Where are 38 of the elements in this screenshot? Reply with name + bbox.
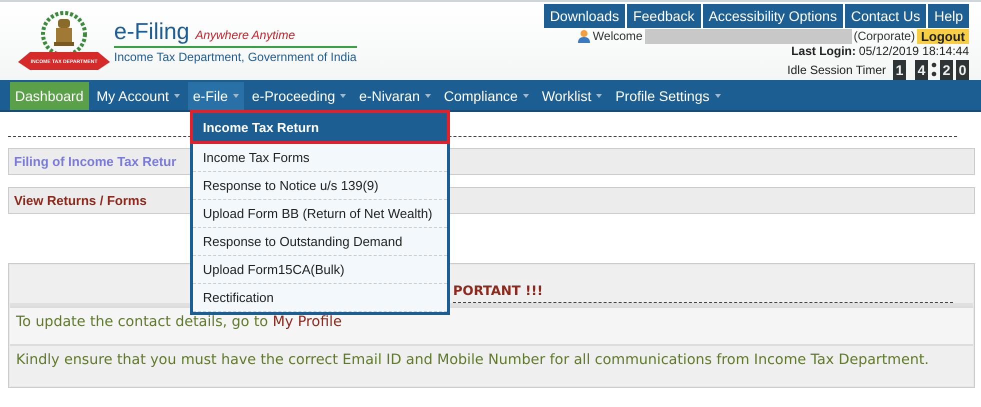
timer-digit: 1 — [893, 60, 906, 80]
top-link[interactable]: Help — [928, 4, 969, 28]
timer-digit: 0 — [956, 60, 969, 80]
notice-text: To update the contact details, go to My Profile — [16, 314, 342, 330]
menu-item[interactable]: Income Tax Forms — [192, 144, 447, 172]
menu-item[interactable]: Income Tax Return — [190, 110, 450, 144]
site-subtitle: Income Tax Department, Government of India — [114, 50, 357, 64]
nav-tab[interactable]: Compliance — [438, 82, 534, 110]
menu-item[interactable]: Response to Outstanding Demand — [192, 228, 447, 256]
top-link[interactable]: Feedback — [627, 4, 701, 28]
nav-tab[interactable]: Profile Settings — [610, 82, 726, 110]
notice-heading: PORTANT !!! — [453, 284, 953, 303]
site-title: e-Filing — [114, 18, 190, 45]
top-link[interactable]: Accessibility Options — [702, 4, 843, 28]
profile-link[interactable]: My Profile — [272, 314, 342, 330]
menu-item[interactable]: Upload Form BB (Return of Net Wealth) — [192, 200, 447, 228]
nav-tab[interactable]: Worklist — [536, 82, 608, 110]
menu-item[interactable]: Rectification — [192, 284, 447, 312]
section-title[interactable]: View Returns / Forms — [14, 193, 147, 208]
nav-tab[interactable]: e-File — [188, 82, 244, 110]
user-icon — [576, 29, 591, 43]
nav-tab[interactable]: e-Nivaran — [354, 82, 436, 110]
top-link[interactable]: Downloads — [544, 4, 626, 28]
notice-text: Kindly ensure that you must have the correct Email ID and Mobile Number for all communications from Income Tax Department. — [16, 352, 929, 368]
last-login-label: Last Login: — [791, 44, 856, 58]
role-text: (Corporate) — [854, 29, 915, 43]
nav-tab[interactable]: My Account — [92, 82, 185, 110]
timer-digit: 4 — [915, 60, 928, 80]
top-link[interactable]: Contact Us — [844, 4, 926, 28]
timer-digit: 2 — [940, 60, 953, 80]
last-login-value: 05/12/2019 18:14:44 — [858, 44, 969, 58]
menu-item[interactable]: Upload Form15CA(Bulk) — [192, 256, 447, 284]
timer-label: Idle Session Timer — [787, 63, 886, 77]
tagline: Anywhere Anytime — [195, 28, 296, 42]
logout-button[interactable]: Logout — [916, 28, 969, 44]
welcome-text: Welcome — [592, 29, 643, 43]
menu-item[interactable]: Response to Notice u/s 139(9) — [192, 172, 447, 200]
nav-tab[interactable]: e-Proceeding — [246, 82, 352, 110]
